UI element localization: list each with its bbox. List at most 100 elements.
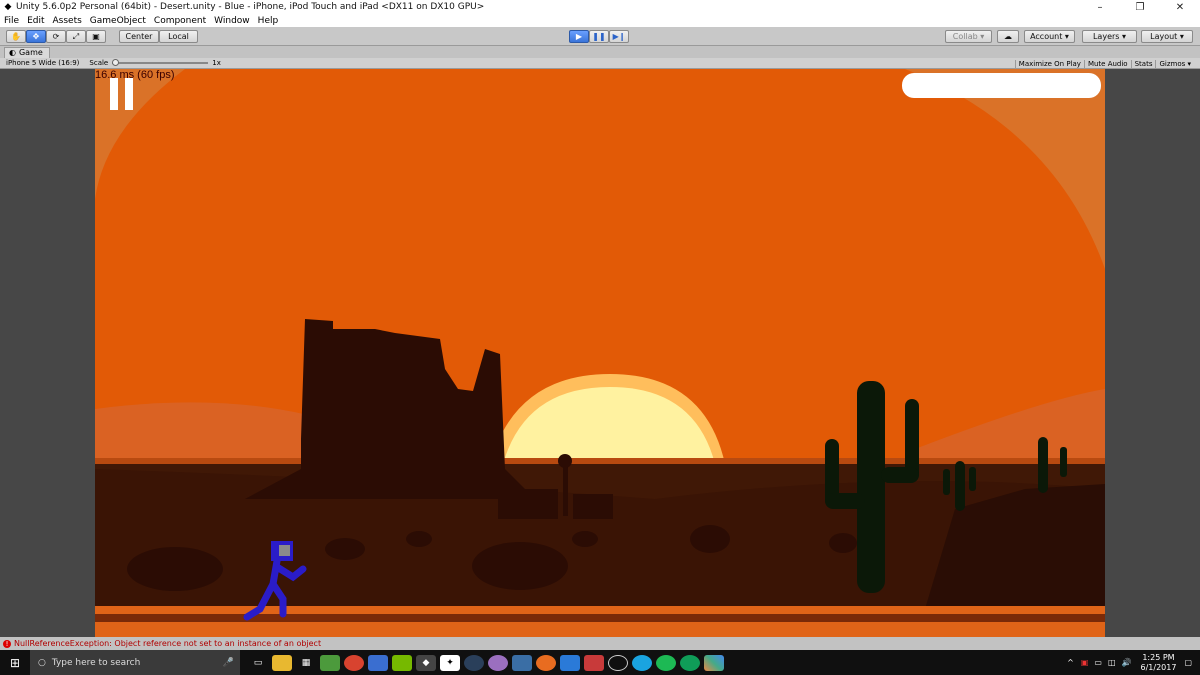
show-hidden-icons[interactable]: ^ <box>1067 658 1074 667</box>
account-label: Account <box>1030 32 1063 41</box>
game-viewport: 16.6 ms (60 fps) <box>0 69 1200 637</box>
spotify-icon[interactable] <box>656 654 676 671</box>
chat-app-icon[interactable] <box>488 654 508 671</box>
clock-time: 1:25 PM <box>1142 652 1175 662</box>
game-view-toolbar: iPhone 5 Wide (16:9) Scale 1x Maximize O… <box>0 58 1200 69</box>
scale-slider[interactable] <box>112 59 209 66</box>
scale-slider-knob[interactable] <box>112 59 120 66</box>
desert-scene-art <box>95 69 1105 637</box>
nvidia-icon[interactable] <box>392 654 412 671</box>
antivirus-icon[interactable]: ▣ <box>1081 658 1089 667</box>
task-view-icon[interactable]: ▭ <box>248 655 268 671</box>
system-tray: ^ ▣ ▭ ◫ 🔊 1:25 PM 6/1/2017 ▢ <box>1063 650 1200 675</box>
fps-counter: 16.6 ms (60 fps) <box>95 69 175 81</box>
rotate-tool-button[interactable]: ⟳ <box>46 30 66 43</box>
steam-icon[interactable] <box>464 654 484 671</box>
window-title: Unity 5.6.0p2 Personal (64bit) - Desert.… <box>16 2 485 12</box>
close-button[interactable]: ✕ <box>1160 0 1200 14</box>
main-toolbar: ✋ ✥ ⟳ ⤢ ▣ Center Local ▶ ❚❚ ▶❙ Collab ▾ … <box>0 27 1200 46</box>
play-icon: ▶ <box>575 32 583 41</box>
gizmos-dropdown[interactable]: Gizmos ▾ <box>1155 59 1194 68</box>
account-dropdown[interactable]: Account ▾ <box>1024 30 1075 43</box>
search-placeholder: Type here to search <box>51 657 141 668</box>
mute-audio-toggle[interactable]: Mute Audio <box>1083 59 1131 68</box>
taskbar-apps: ▭ ▦ ◆ ✦ <box>246 654 726 671</box>
scale-control: Scale 1x <box>89 59 221 67</box>
taskbar-search[interactable]: ○ Type here to search 🎤 <box>30 650 240 675</box>
collab-button[interactable]: Collab ▾ <box>945 30 992 43</box>
console-status-bar[interactable]: ! NullReferenceException: Object referen… <box>0 637 1200 650</box>
network-app-icon[interactable] <box>368 654 388 671</box>
score-panel <box>902 73 1101 98</box>
layout-label: Layout <box>1150 32 1178 41</box>
play-button[interactable]: ▶ <box>569 30 589 43</box>
menu-assets[interactable]: Assets <box>53 16 82 26</box>
layers-dropdown[interactable]: Layers ▾ <box>1082 30 1137 43</box>
menu-window[interactable]: Window <box>214 16 250 26</box>
space-label: Local <box>168 32 189 41</box>
volume-icon[interactable]: 🔊 <box>1122 658 1132 667</box>
cloud-button[interactable]: ☁ <box>997 30 1019 43</box>
visual-studio-icon[interactable] <box>512 654 532 671</box>
image-viewer-icon[interactable] <box>320 654 340 671</box>
scale-label: Scale <box>89 59 109 67</box>
menu-file[interactable]: File <box>4 16 19 26</box>
outlook-icon[interactable] <box>560 654 580 671</box>
rect-tool-button[interactable]: ▣ <box>86 30 106 43</box>
game-app-icon[interactable]: ✦ <box>440 654 460 671</box>
network-icon[interactable]: ◫ <box>1108 658 1116 667</box>
menu-help[interactable]: Help <box>258 16 279 26</box>
layers-label: Layers <box>1092 32 1120 41</box>
scale-value: 1x <box>212 59 221 67</box>
space-toggle-button[interactable]: Local <box>159 30 198 43</box>
pause-editor-button[interactable]: ❚❚ <box>589 30 609 43</box>
unity-logo-icon: ◆ <box>4 2 12 12</box>
hand-tool-button[interactable]: ✋ <box>6 30 26 43</box>
minimize-button[interactable]: – <box>1080 0 1120 14</box>
maximize-on-play-toggle[interactable]: Maximize On Play <box>1014 59 1084 68</box>
collab-label: Collab ▾ <box>952 32 985 41</box>
stats-toggle[interactable]: Stats <box>1130 59 1156 68</box>
scale-icon: ⤢ <box>72 31 80 41</box>
tab-row: ◐ Game <box>0 46 1200 58</box>
windows-taskbar: ⊞ ○ Type here to search 🎤 ▭ ▦ ◆ ✦ ^ ▣ ▭ … <box>0 650 1200 675</box>
hangouts-icon[interactable] <box>680 654 700 671</box>
error-icon: ! <box>3 639 11 648</box>
menu-edit[interactable]: Edit <box>27 16 44 26</box>
colorful-app-icon[interactable] <box>704 654 724 671</box>
chrome-icon[interactable] <box>344 654 364 671</box>
resolution-dropdown[interactable]: iPhone 5 Wide (16:9) <box>6 59 79 67</box>
step-button[interactable]: ▶❙ <box>609 30 629 43</box>
hand-icon: ✋ <box>11 32 21 41</box>
search-icon: ○ <box>38 657 46 668</box>
tab-game[interactable]: ◐ Game <box>4 46 50 58</box>
microphone-icon: 🎤 <box>222 657 234 668</box>
maximize-button[interactable]: ❐ <box>1120 0 1160 14</box>
pdf-icon[interactable] <box>584 654 604 671</box>
start-button[interactable]: ⊞ <box>0 650 30 675</box>
menu-gameobject[interactable]: GameObject <box>90 16 146 26</box>
orange-app-icon[interactable] <box>536 654 556 671</box>
pause-bar-right <box>125 78 133 110</box>
store-icon[interactable]: ▦ <box>296 655 316 671</box>
unity-icon[interactable]: ◆ <box>416 654 436 671</box>
pause-icon: ❚❚ <box>592 32 606 41</box>
move-icon: ✥ <box>32 32 40 41</box>
skype-icon[interactable] <box>632 654 652 671</box>
file-explorer-icon[interactable] <box>272 654 292 671</box>
pause-bar-left <box>110 78 118 110</box>
game-scene[interactable] <box>95 69 1105 637</box>
layout-dropdown[interactable]: Layout ▾ <box>1141 30 1193 43</box>
error-message: NullReferenceException: Object reference… <box>14 639 322 648</box>
scale-tool-button[interactable]: ⤢ <box>66 30 86 43</box>
move-tool-button[interactable]: ✥ <box>26 30 46 43</box>
taskbar-clock[interactable]: 1:25 PM 6/1/2017 <box>1141 653 1177 673</box>
game-pause-button[interactable] <box>110 78 134 110</box>
github-icon[interactable] <box>608 654 628 671</box>
menu-component[interactable]: Component <box>154 16 206 26</box>
step-icon: ▶❙ <box>612 32 626 41</box>
pivot-toggle-button[interactable]: Center <box>119 30 159 43</box>
battery-icon[interactable]: ▭ <box>1094 658 1102 667</box>
menu-bar: File Edit Assets GameObject Component Wi… <box>0 14 1200 27</box>
notifications-icon[interactable]: ▢ <box>1184 658 1192 667</box>
